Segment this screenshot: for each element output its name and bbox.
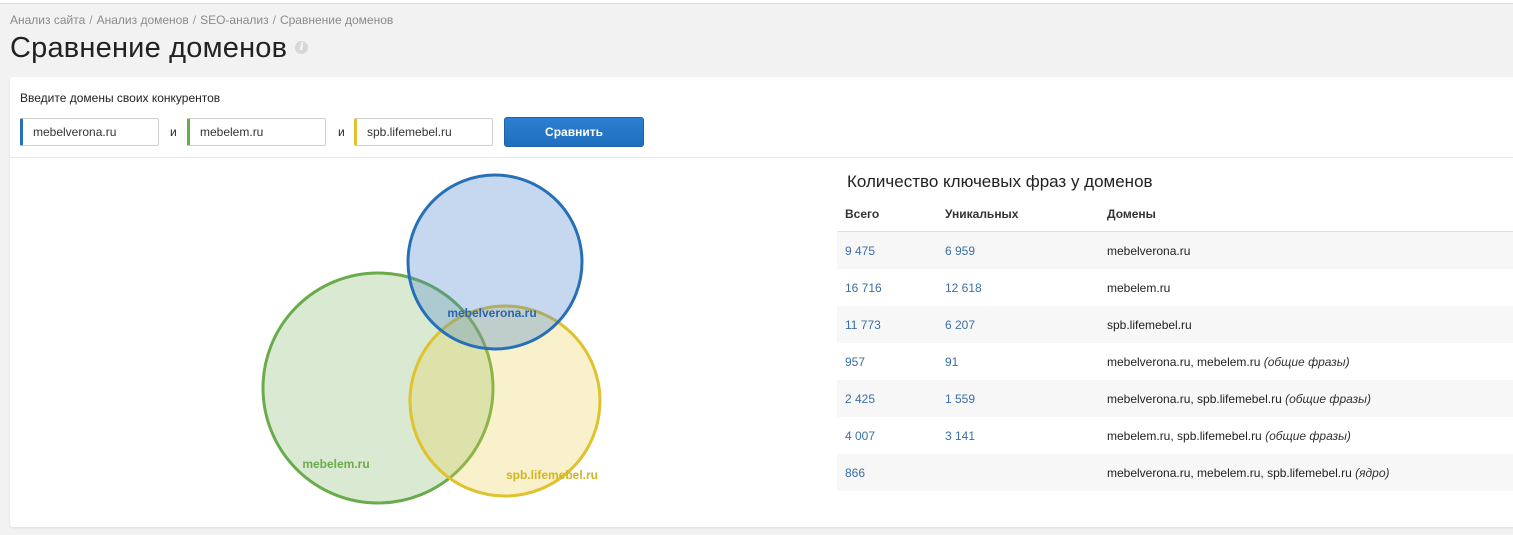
unique-link[interactable]: 6 959 xyxy=(945,244,975,258)
breadcrumb-separator: / xyxy=(192,13,197,27)
domains-text: mebelverona.ru xyxy=(1107,243,1191,258)
total-link[interactable]: 4 007 xyxy=(845,429,875,443)
domains-cell: mebelverona.ru, mebelem.ru, spb.lifemebe… xyxy=(1099,454,1513,491)
table-row: 16 716 12 618 mebelem.ru xyxy=(837,269,1513,306)
domains-cell: mebelverona.ru, spb.lifemebel.ru (общие … xyxy=(1099,380,1513,417)
compare-button[interactable]: Сравнить xyxy=(504,117,644,147)
venn-label-mebelem: mebelem.ru xyxy=(302,457,369,471)
unique-link[interactable]: 12 618 xyxy=(945,281,982,295)
breadcrumb-item-seo-analysis[interactable]: SEO-анализ xyxy=(200,13,269,27)
page-title: Сравнение доменов xyxy=(10,32,288,64)
header-total: Всего xyxy=(837,197,937,232)
unique-link[interactable]: 1 559 xyxy=(945,392,975,406)
table-title: Количество ключевых фраз у доменов xyxy=(847,172,1153,191)
header-domains: Домены xyxy=(1099,197,1513,232)
domains-text: mebelverona.ru, spb.lifemebel.ru xyxy=(1107,391,1282,406)
table-row: 2 425 1 559 mebelverona.ru, spb.lifemebe… xyxy=(837,380,1513,417)
total-link[interactable]: 9 475 xyxy=(845,244,875,258)
table-header-row: Всего Уникальных Домены xyxy=(837,197,1513,232)
compare-card: Введите домены своих конкурентов и и Сра… xyxy=(10,77,1513,527)
total-link[interactable]: 2 425 xyxy=(845,392,875,406)
table-row: 957 91 mebelverona.ru, mebelem.ru (общие… xyxy=(837,343,1513,380)
venn-label-mebelverona: mebelverona.ru xyxy=(447,306,536,320)
unique-link[interactable]: 6 207 xyxy=(945,318,975,332)
and-label: и xyxy=(170,125,177,139)
table-row: 866 mebelverona.ru, mebelem.ru, spb.life… xyxy=(837,454,1513,491)
venn-circle-mebelverona xyxy=(406,173,584,351)
row-note: (ядро) xyxy=(1355,465,1390,480)
domains-text: mebelverona.ru, mebelem.ru xyxy=(1107,354,1261,369)
domains-text: spb.lifemebel.ru xyxy=(1107,317,1192,332)
table-row: 11 773 6 207 spb.lifemebel.ru xyxy=(837,306,1513,343)
table-row: 4 007 3 141 mebelem.ru, spb.lifemebel.ru… xyxy=(837,417,1513,454)
breadcrumb-separator: / xyxy=(272,13,276,27)
domain-input-3[interactable] xyxy=(354,118,493,146)
row-note: (общие фразы) xyxy=(1263,354,1350,369)
breadcrumb-item-domain-analysis[interactable]: Анализ доменов xyxy=(97,13,189,27)
table-row: 9 475 6 959 mebelverona.ru xyxy=(837,231,1513,269)
domains-cell: mebelem.ru xyxy=(1099,269,1513,306)
top-bar xyxy=(0,0,1513,4)
breadcrumb-separator: / xyxy=(89,13,93,27)
info-icon[interactable]: i xyxy=(295,40,309,54)
venn-label-spb-lifemebel: spb.lifemebel.ru xyxy=(506,468,598,482)
total-link[interactable]: 16 716 xyxy=(845,281,882,295)
keywords-table: Всего Уникальных Домены 9 475 6 959 mebe… xyxy=(837,197,1513,491)
page-title-row: Сравнение доменов i xyxy=(10,32,309,65)
domains-text: mebelem.ru, spb.lifemebel.ru xyxy=(1107,428,1262,443)
domain-input-1[interactable] xyxy=(20,118,159,146)
header-unique: Уникальных xyxy=(937,197,1099,232)
row-note: (общие фразы) xyxy=(1285,391,1371,406)
form-label: Введите домены своих конкурентов xyxy=(20,91,221,105)
venn-diagram: mebelverona.ru mebelem.ru spb.lifemebel.… xyxy=(261,173,602,505)
total-link[interactable]: 866 xyxy=(845,466,865,480)
domains-cell: mebelverona.ru xyxy=(1099,231,1513,269)
domains-text: mebelem.ru xyxy=(1107,280,1171,295)
and-label: и xyxy=(338,125,345,139)
domains-cell: mebelem.ru, spb.lifemebel.ru (общие фраз… xyxy=(1099,417,1513,454)
total-link[interactable]: 957 xyxy=(845,355,865,369)
row-note: (общие фразы) xyxy=(1265,428,1351,443)
total-link[interactable]: 11 773 xyxy=(845,318,881,332)
domain-input-2[interactable] xyxy=(187,118,326,146)
breadcrumb-item-site-analysis[interactable]: Анализ сайта xyxy=(10,13,85,27)
breadcrumb: Анализ сайта / Анализ доменов / SEO-анализ / С… xyxy=(10,13,393,27)
breadcrumb-item-current: Сравнение доменов xyxy=(279,13,394,27)
domains-cell: mebelverona.ru, mebelem.ru (общие фразы) xyxy=(1099,343,1513,380)
domains-text: mebelverona.ru, mebelem.ru, spb.lifemebe… xyxy=(1107,465,1352,480)
domains-cell: spb.lifemebel.ru xyxy=(1099,306,1513,343)
unique-link[interactable]: 3 141 xyxy=(945,429,975,443)
unique-link[interactable]: 91 xyxy=(945,355,958,369)
